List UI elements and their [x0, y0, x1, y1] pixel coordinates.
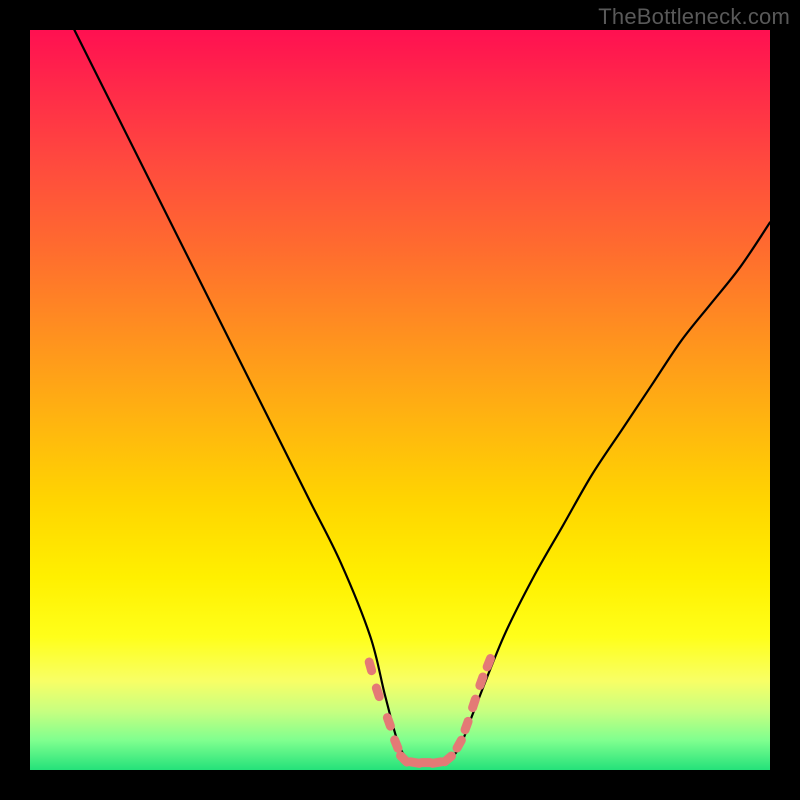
curve-marker	[467, 693, 481, 713]
curve-marker	[481, 653, 496, 673]
marker-group	[364, 653, 497, 769]
watermark-text: TheBottleneck.com	[598, 4, 790, 30]
bottleneck-curve	[74, 30, 770, 764]
chart-frame: TheBottleneck.com	[0, 0, 800, 800]
chart-overlay	[30, 30, 770, 770]
curve-marker	[364, 657, 378, 677]
curve-path	[74, 30, 770, 764]
